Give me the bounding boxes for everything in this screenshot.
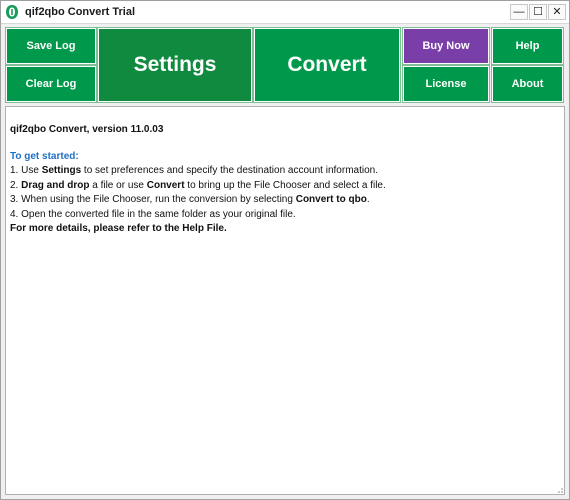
app-logo-icon [6, 5, 18, 19]
close-button[interactable]: ✕ [548, 4, 566, 20]
app-window: qif2qbo Convert Trial — ☐ ✕ Save Log Cle… [0, 0, 570, 500]
buy-now-button[interactable]: Buy Now [402, 27, 490, 65]
license-button[interactable]: License [402, 65, 490, 103]
about-button[interactable]: About [491, 65, 564, 103]
maximize-button[interactable]: ☐ [529, 4, 547, 20]
toolbar: Save Log Clear Log Settings Convert Buy … [5, 27, 565, 106]
settings-button[interactable]: Settings [97, 27, 253, 103]
log-area[interactable]: qif2qbo Convert, version 11.0.03 To get … [5, 106, 565, 495]
convert-button[interactable]: Convert [253, 27, 401, 103]
step-3: 3. When using the File Chooser, run the … [10, 194, 370, 205]
title-bar[interactable]: qif2qbo Convert Trial — ☐ ✕ [1, 1, 569, 24]
more-details-line: For more details, please refer to the He… [10, 223, 227, 234]
step-1: 1. Use Settings to set preferences and s… [10, 165, 378, 176]
version-line: qif2qbo Convert, version 11.0.03 [10, 124, 164, 135]
window-title: qif2qbo Convert Trial [25, 6, 136, 18]
minimize-button[interactable]: — [510, 4, 528, 20]
clear-log-button[interactable]: Clear Log [5, 65, 97, 103]
save-log-button[interactable]: Save Log [5, 27, 97, 65]
help-button[interactable]: Help [491, 27, 564, 65]
step-4: 4. Open the converted file in the same f… [10, 208, 296, 220]
resize-grip-icon[interactable] [556, 486, 564, 494]
getting-started-heading: To get started: [10, 150, 79, 162]
step-2: 2. Drag and drop a file or use Convert t… [10, 179, 386, 191]
